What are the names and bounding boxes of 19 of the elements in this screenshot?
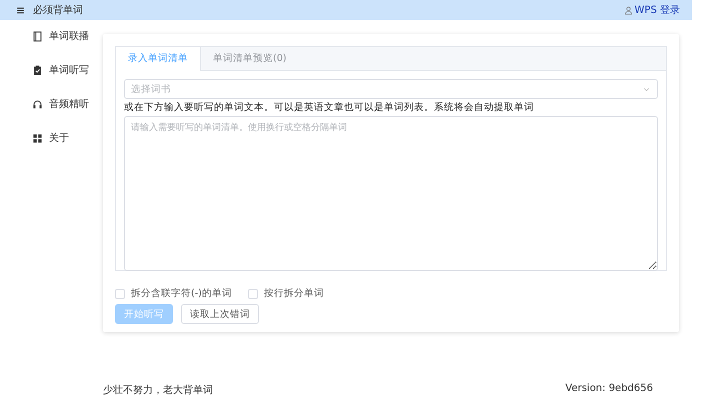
sidebar-item[interactable]: 单词听写	[0, 64, 103, 76]
word-input-field[interactable]: 请输入需要听写的单词清单。使用换行或空格分隔单词	[124, 116, 658, 271]
sidebar-item[interactable]: 音频精听	[0, 98, 103, 110]
instruction-text: 或在下方输入要听写的单词文本。可以是英语文章也可以是单词列表。系统将会自动提取单词	[124, 102, 535, 114]
checkbox-option[interactable]: 拆分含联字符(-)的单词	[115, 287, 232, 300]
menu-icon	[16, 6, 25, 14]
footer-motto: 少壮不努力，老大背单词	[103, 384, 213, 397]
version-text: Version: 9ebd656	[565, 383, 653, 396]
app-title: 必须背单词	[33, 4, 83, 17]
grid-icon	[32, 132, 43, 144]
checkbox-option[interactable]: 按行拆分单词	[248, 287, 324, 300]
sidebar-item[interactable]: 关于	[0, 132, 103, 144]
sidebar-item[interactable]: 单词联播	[0, 30, 103, 42]
login-link[interactable]: WPS 登录	[624, 3, 680, 17]
load-button[interactable]: 读取上次错词	[181, 304, 259, 324]
clipboard-check-icon	[32, 64, 43, 76]
user-icon	[624, 6, 633, 14]
headphones-icon	[32, 98, 43, 110]
book-icon	[32, 30, 43, 42]
